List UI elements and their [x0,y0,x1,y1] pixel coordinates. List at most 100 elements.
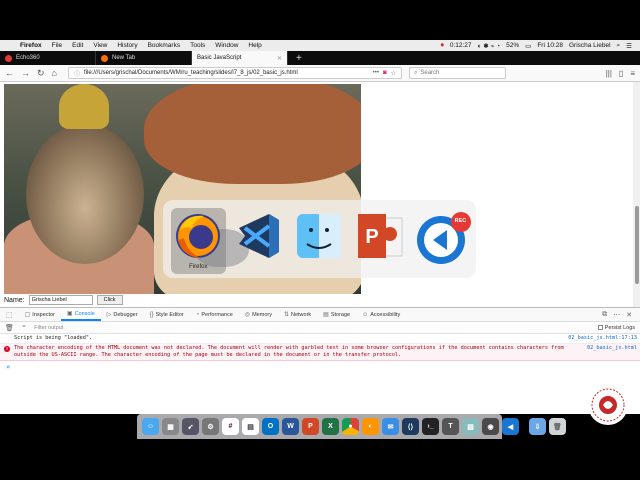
home-icon[interactable]: ⌂ [52,68,57,78]
dock-word-icon[interactable]: W [282,418,299,435]
clear-console-icon[interactable]: 🗑 [5,324,14,332]
dock-launchpad-icon[interactable]: ▦ [162,418,179,435]
console-input[interactable]: » [0,361,640,373]
tab-label: Performance [201,311,233,318]
tab-basic-javascript[interactable]: Basic JavaScript ✕ [192,51,288,65]
menu-help[interactable]: Help [243,42,266,49]
tab-label: Console [74,310,95,317]
tab-storage[interactable]: ▤ Storage [317,308,356,321]
tab-network[interactable]: ⇅ Network [278,308,317,321]
menu-hamburger-icon[interactable]: ≡ [630,69,635,78]
dock-camera-icon[interactable]: ◉ [482,418,499,435]
page-info-icon[interactable]: ⓘ [74,69,80,78]
page-scrollbar-thumb[interactable] [635,206,639,284]
menu-history[interactable]: History [112,42,142,49]
firefox-icon [172,210,224,262]
dock-vscode-icon[interactable]: ⟨⟩ [402,418,419,435]
filter-icon: ⏷ [21,324,27,330]
menu-edit[interactable]: Edit [67,42,88,49]
url-bar[interactable]: ⓘ file:///Users/grischal/Documents/WM/ru… [67,67,402,79]
persist-logs-toggle[interactable]: Persist Logs [597,324,635,331]
dock-mail-icon[interactable]: ✉ [382,418,399,435]
dock-powerpoint-icon[interactable]: P [302,418,319,435]
dock-finder-icon[interactable]: ☺ [142,418,159,435]
switcher-app-echo360[interactable]: REC [413,208,471,274]
tab-accessibility[interactable]: ☺ Accessibility [356,308,406,321]
search-bar[interactable]: ⌕ Search [408,67,506,79]
dock-slack-icon[interactable]: # [222,418,239,435]
dock-toggle-icon[interactable]: ⧉ [602,311,607,319]
battery-icon[interactable]: ▭ [525,42,531,50]
bookmark-star-icon[interactable]: ☆ [391,70,396,77]
menu-bookmarks[interactable]: Bookmarks [143,42,186,49]
tab-new-tab[interactable]: New Tab [96,51,192,65]
status-icons[interactable]: ◐ ✱ ⌁ ◔ [478,42,501,50]
library-icon[interactable]: ||| [606,69,612,78]
tab-label: Echo360 [16,55,40,61]
user-name[interactable]: Grischa Liebel [569,42,611,49]
dock-latex-icon[interactable]: T [442,418,459,435]
menu-view[interactable]: View [88,42,112,49]
switcher-app-powerpoint[interactable]: P [353,208,408,274]
dock-terminal-icon[interactable]: ›_ [422,418,439,435]
page-actions-icon[interactable]: ••• [373,70,379,76]
devtools-toolbar: ⬚ ▢ Inspector ▣ Console ▷ Debugger {} Style … [0,307,640,322]
dock-firefox-icon[interactable]: ◐ [362,418,379,435]
dock-excel-icon[interactable]: X [322,418,339,435]
tab-console[interactable]: ▣ Console [60,308,101,321]
dock-preview-icon[interactable]: ▨ [462,418,479,435]
log-source-link[interactable]: 02_basic_js.html:17:13 [562,335,637,342]
inspector-icon: ▢ [24,312,31,318]
dock-calendar-icon[interactable]: ▤ [242,418,259,435]
dock-trash-icon[interactable]: 🗑 [549,418,566,435]
debugger-icon: ▷ [106,312,112,318]
console-filter-bar: 🗑 ⏷ Filter output Persist Logs [0,322,640,334]
dock-system-preferences-icon[interactable]: ⚙ [202,418,219,435]
accessibility-icon: ☺ [362,311,369,318]
switcher-app-finder[interactable] [292,208,347,274]
menu-tools[interactable]: Tools [185,42,210,49]
browser-tab-bar: Echo360 New Tab Basic JavaScript ✕ + [0,51,640,65]
dock-chrome-icon[interactable]: ● [342,418,359,435]
forward-icon[interactable]: → [21,68,30,78]
name-input[interactable]: Grischa Liebel [28,295,93,305]
tab-style-editor[interactable]: {} Style Editor [144,308,190,321]
reload-icon[interactable]: ↻ [37,68,45,79]
menu-file[interactable]: File [47,42,67,49]
tab-debugger[interactable]: ▷ Debugger [101,308,144,321]
sidebar-icon[interactable]: ▯ [619,69,623,78]
macos-menu-bar: Firefox File Edit View History Bookmarks… [0,40,640,51]
menu-app-name[interactable]: Firefox [15,42,47,49]
dock-echo360-icon[interactable]: ◀ [502,418,519,435]
tab-performance[interactable]: ◔ Performance [190,308,239,321]
tab-inspector[interactable]: ▢ Inspector [19,308,61,321]
performance-icon: ◔ [195,311,200,318]
name-form: Name: Grischa Liebel Click [4,295,123,305]
persist-logs-checkbox[interactable] [597,325,603,330]
dock-outlook-icon[interactable]: O [262,418,279,435]
clock[interactable]: Fri 10:28 [537,42,563,49]
recording-icon[interactable]: ⏺ [441,42,444,50]
tab-memory[interactable]: ◎ Memory [239,308,278,321]
search-icon: ⌕ [413,69,418,76]
switcher-app-firefox[interactable]: Firefox [171,208,226,274]
pocket-icon[interactable]: ◙ [383,70,387,76]
element-picker-icon[interactable]: ⬚ [0,311,19,319]
persist-logs-label: Persist Logs [604,324,635,331]
spotlight-icon[interactable]: ⌕ [617,42,621,50]
tab-label: Debugger [113,311,138,318]
back-icon[interactable]: ← [5,68,14,78]
click-button[interactable]: Click [96,295,123,305]
new-tab-button[interactable]: + [288,51,310,65]
filter-input[interactable]: Filter output [34,325,63,331]
devtools-close-icon[interactable]: ✕ [626,311,632,319]
error-source-link[interactable]: 02_basic_js.html [581,345,637,359]
close-tab-icon[interactable]: ✕ [277,55,282,62]
menu-window[interactable]: Window [210,42,243,49]
notification-center-icon[interactable]: ☰ [626,42,632,50]
switcher-app-vscode[interactable] [232,208,287,274]
tab-echo360[interactable]: Echo360 [0,51,96,65]
dock-rocket-icon[interactable]: ➹ [182,418,199,435]
dock-downloads-icon[interactable]: ⇩ [529,418,546,435]
devtools-menu-icon[interactable]: ⋯ [613,311,620,319]
